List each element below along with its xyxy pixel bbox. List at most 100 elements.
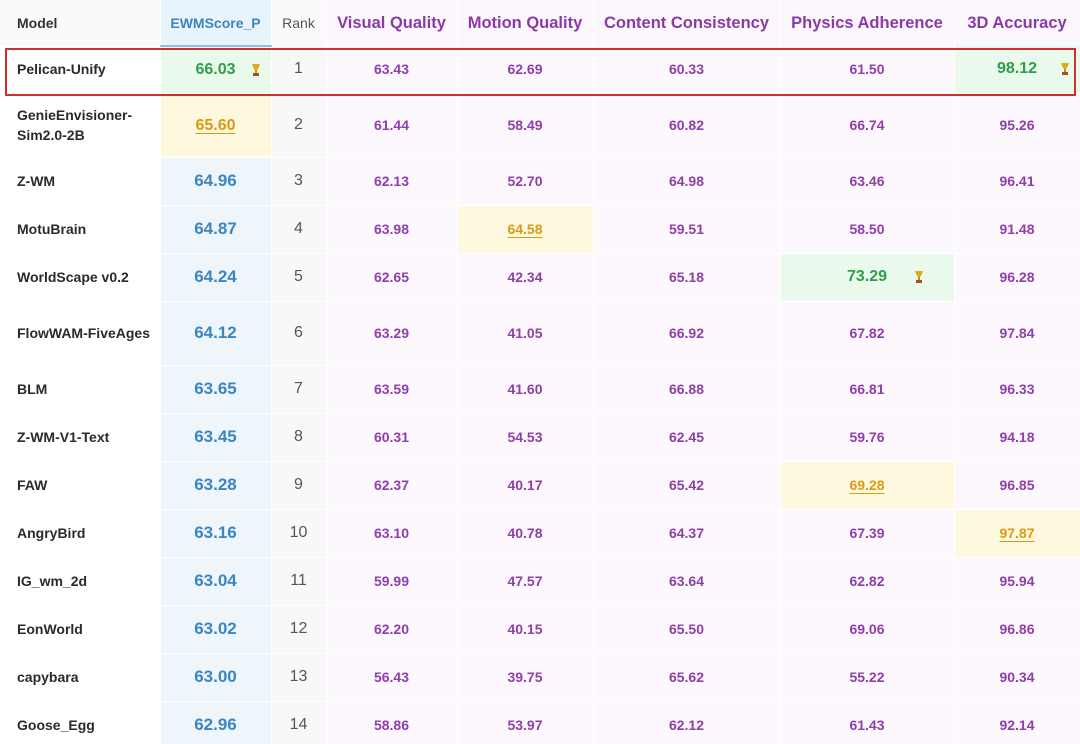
table-row[interactable]: AngryBird 63.16 10 63.10 40.78 64.37 67.… xyxy=(0,509,1080,558)
table-row[interactable]: IG_wm_2d 63.04 11 59.99 47.57 63.64 62.8… xyxy=(0,557,1080,606)
header-model[interactable]: Model xyxy=(0,0,161,46)
table-row[interactable]: Z-WM-V1-Text 63.45 8 60.31 54.53 62.45 5… xyxy=(0,413,1080,462)
header-motion-quality[interactable]: Motion Quality xyxy=(457,0,594,46)
visual-quality-cell: 62.65 xyxy=(326,253,458,302)
ewmscore-cell: 63.16 xyxy=(160,509,272,558)
table-row[interactable]: FlowWAM-FiveAges 64.12 6 63.29 41.05 66.… xyxy=(0,301,1080,366)
3d-accuracy-cell: 94.18 xyxy=(954,413,1080,462)
motion-quality-cell: 40.15 xyxy=(457,605,594,654)
3d-accuracy-cell: 96.85 xyxy=(954,461,1080,510)
model-name: EonWorld xyxy=(0,605,161,654)
content-consistency-cell: 66.88 xyxy=(593,365,781,414)
physics-adherence-cell: 61.50 xyxy=(780,46,955,94)
content-consistency-cell: 65.42 xyxy=(593,461,781,510)
visual-quality-cell: 62.13 xyxy=(326,157,458,206)
rank-cell: 2 xyxy=(271,93,327,158)
content-consistency-cell: 62.45 xyxy=(593,413,781,462)
table-row[interactable]: FAW 63.28 9 62.37 40.17 65.42 69.28 96.8… xyxy=(0,461,1080,510)
ewmscore-cell: 63.28 xyxy=(160,461,272,510)
3d-accuracy-cell: 95.94 xyxy=(954,557,1080,606)
3d-accuracy-cell: 96.41 xyxy=(954,157,1080,206)
rank-cell: 12 xyxy=(271,605,327,654)
3d-accuracy-cell: 92.14 xyxy=(954,701,1080,744)
table-row[interactable]: EonWorld 63.02 12 62.20 40.15 65.50 69.0… xyxy=(0,605,1080,654)
ewmscore-cell: 63.02 xyxy=(160,605,272,654)
table-row[interactable]: Z-WM 64.96 3 62.13 52.70 64.98 63.46 96.… xyxy=(0,157,1080,206)
table-row[interactable]: Goose_Egg 62.96 14 58.86 53.97 62.12 61.… xyxy=(0,701,1080,744)
header-3d-accuracy[interactable]: 3D Accuracy xyxy=(954,0,1080,46)
visual-quality-cell: 62.20 xyxy=(326,605,458,654)
motion-quality-cell: 42.34 xyxy=(457,253,594,302)
visual-quality-cell: 63.29 xyxy=(326,301,458,366)
model-name: Pelican-Unify xyxy=(0,46,161,94)
content-consistency-cell: 59.51 xyxy=(593,205,781,254)
motion-quality-cell: 62.69 xyxy=(457,46,594,94)
visual-quality-cell: 63.43 xyxy=(326,46,458,94)
motion-quality-cell: 54.53 xyxy=(457,413,594,462)
ewmscore-cell: 63.00 xyxy=(160,653,272,702)
content-consistency-cell: 66.92 xyxy=(593,301,781,366)
physics-adherence-value: 69.28 xyxy=(849,477,885,493)
table-row[interactable]: MotuBrain 64.87 4 63.98 64.58 59.51 58.5… xyxy=(0,205,1080,254)
table-row[interactable]: GenieEnvisioner-Sim2.0-2B 65.60 2 61.44 … xyxy=(0,93,1080,158)
table-row[interactable]: capybara 63.00 13 56.43 39.75 65.62 55.2… xyxy=(0,653,1080,702)
model-name: WorldScape v0.2 xyxy=(0,253,161,302)
motion-quality-value: 64.58 xyxy=(507,221,543,237)
table-row[interactable]: BLM 63.65 7 63.59 41.60 66.88 66.81 96.3… xyxy=(0,365,1080,414)
motion-quality-cell: 58.49 xyxy=(457,93,594,158)
header-content-consistency[interactable]: Content Consistency xyxy=(593,0,781,46)
model-name: Goose_Egg xyxy=(0,701,161,744)
header-physics-adherence[interactable]: Physics Adherence xyxy=(780,0,955,46)
leaderboard-table: Model EWMScore_P Rank Visual Quality Mot… xyxy=(0,0,1080,744)
model-name: MotuBrain xyxy=(0,205,161,254)
motion-quality-cell: 41.05 xyxy=(457,301,594,366)
ewmscore-cell: 64.12 xyxy=(160,301,272,366)
header-rank[interactable]: Rank xyxy=(271,0,327,46)
rank-cell: 6 xyxy=(271,301,327,366)
ewmscore-value: 66.03 xyxy=(195,60,236,78)
model-name: AngryBird xyxy=(0,509,161,558)
table-row[interactable]: Pelican-Unify 66.03 1 63.43 62.69 60.33 … xyxy=(0,46,1080,94)
visual-quality-cell: 63.98 xyxy=(326,205,458,254)
content-consistency-cell: 64.37 xyxy=(593,509,781,558)
content-consistency-cell: 60.82 xyxy=(593,93,781,158)
content-consistency-cell: 63.64 xyxy=(593,557,781,606)
3d-accuracy-cell: 91.48 xyxy=(954,205,1080,254)
trophy-icon xyxy=(914,270,924,284)
header-visual-quality[interactable]: Visual Quality xyxy=(326,0,458,46)
ewmscore-cell: 65.60 xyxy=(160,93,272,158)
model-name: capybara xyxy=(0,653,161,702)
ewmscore-cell: 63.04 xyxy=(160,557,272,606)
physics-adherence-cell: 73.29 xyxy=(780,253,955,302)
model-name: BLM xyxy=(0,365,161,414)
model-name: Z-WM-V1-Text xyxy=(0,413,161,462)
visual-quality-cell: 60.31 xyxy=(326,413,458,462)
visual-quality-cell: 58.86 xyxy=(326,701,458,744)
rank-cell: 11 xyxy=(271,557,327,606)
table-row[interactable]: WorldScape v0.2 64.24 5 62.65 42.34 65.1… xyxy=(0,253,1080,302)
visual-quality-cell: 63.59 xyxy=(326,365,458,414)
header-ewmscore[interactable]: EWMScore_P xyxy=(160,0,272,47)
motion-quality-cell: 41.60 xyxy=(457,365,594,414)
3d-accuracy-value: 98.12 xyxy=(996,60,1038,78)
trophy-icon xyxy=(1060,62,1070,76)
physics-adherence-cell: 63.46 xyxy=(780,157,955,206)
model-name: GenieEnvisioner-Sim2.0-2B xyxy=(0,93,161,158)
model-name: Z-WM xyxy=(0,157,161,206)
rank-cell: 9 xyxy=(271,461,327,510)
rank-cell: 10 xyxy=(271,509,327,558)
header-row: Model EWMScore_P Rank Visual Quality Mot… xyxy=(0,0,1080,47)
content-consistency-cell: 65.50 xyxy=(593,605,781,654)
ewmscore-cell: 64.87 xyxy=(160,205,272,254)
ewmscore-cell: 63.45 xyxy=(160,413,272,462)
ewmscore-cell: 66.03 xyxy=(160,46,272,94)
3d-accuracy-cell: 96.28 xyxy=(954,253,1080,302)
physics-adherence-cell: 66.74 xyxy=(780,93,955,158)
3d-accuracy-cell: 98.12 xyxy=(954,46,1080,94)
3d-accuracy-cell: 90.34 xyxy=(954,653,1080,702)
3d-accuracy-value: 97.87 xyxy=(999,525,1035,541)
content-consistency-cell: 64.98 xyxy=(593,157,781,206)
3d-accuracy-cell: 95.26 xyxy=(954,93,1080,158)
ewmscore-cell: 64.24 xyxy=(160,253,272,302)
model-name: FlowWAM-FiveAges xyxy=(0,301,161,366)
